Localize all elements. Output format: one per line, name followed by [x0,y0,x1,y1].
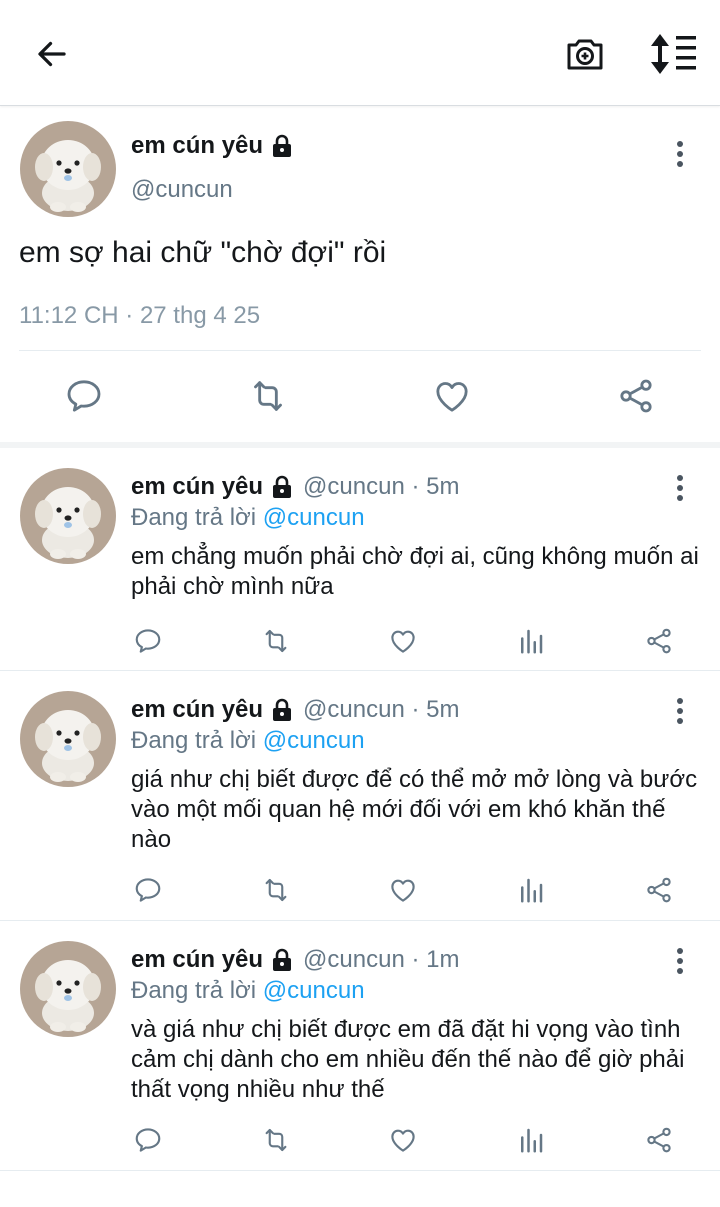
divider [19,350,701,351]
tweet-timestamp: 11:12 CH · 27 thg 4 25 [19,302,261,329]
tweet-text: em sợ hai chữ "chờ đợi" rồi [19,236,387,269]
share-icon[interactable] [644,1125,674,1155]
author-name[interactable]: em cún yêu [131,696,263,724]
lock-icon [271,948,293,972]
camera-plus-icon[interactable] [563,32,607,76]
reply-icon[interactable] [133,1125,163,1155]
reply-text: và giá như chị biết được em đã đặt hi vọ… [131,1016,685,1103]
arrow-left-icon[interactable] [34,36,70,72]
more-options-icon[interactable] [668,472,692,504]
author-name[interactable]: em cún yêu [131,946,263,974]
stats-icon[interactable] [516,626,546,656]
like-icon[interactable] [388,1125,418,1155]
author-handle-time: @cuncun · 5m [303,473,460,500]
replying-to-link[interactable]: @cuncun [263,977,365,1004]
lock-icon [271,475,293,499]
share-icon[interactable] [644,875,674,905]
reply-text: em chẳng muốn phải chờ đợi ai, cũng khôn… [131,543,699,600]
lock-icon [271,698,293,722]
reply-tweet[interactable]: em cún yêu @cuncun · 5m Đang trả lời @cu… [0,448,720,671]
author-name[interactable]: em cún yêu [131,473,263,501]
like-icon[interactable] [388,626,418,656]
author-handle[interactable]: @cuncun [131,176,233,204]
reply-header: em cún yêu @cuncun · 5m [131,696,459,724]
like-icon[interactable] [388,875,418,905]
avatar[interactable] [20,691,116,787]
author-name[interactable]: em cún yêu [131,132,293,160]
replying-to: Đang trả lời @cuncun [131,977,365,1005]
share-icon[interactable] [644,626,674,656]
top-bar [0,0,720,106]
reply-icon[interactable] [64,376,104,416]
main-tweet: em cún yêu @cuncun em sợ hai chữ "chờ đợ… [0,106,720,443]
reply-text: giá như chị biết được để có thể mở mở lò… [131,766,698,853]
avatar[interactable] [20,121,116,217]
reply-icon[interactable] [133,875,163,905]
sort-lines-icon[interactable] [650,32,698,76]
replying-to: Đang trả lời @cuncun [131,727,365,755]
replying-label: Đang trả lời [131,977,257,1004]
avatar[interactable] [20,468,116,564]
share-icon[interactable] [616,376,656,416]
reply-tweet[interactable]: em cún yêu @cuncun · 1m Đang trả lời @cu… [0,921,720,1171]
replying-label: Đang trả lời [131,727,257,754]
reply-tweet[interactable]: em cún yêu @cuncun · 5m Đang trả lời @cu… [0,671,720,921]
author-name-text: em cún yêu [131,132,264,159]
lock-icon [271,134,293,158]
replying-label: Đang trả lời [131,504,257,531]
retweet-icon[interactable] [261,626,291,656]
author-handle-time: @cuncun · 1m [303,946,460,973]
more-options-icon[interactable] [668,695,692,727]
replying-to: Đang trả lời @cuncun [131,504,365,532]
more-options-icon[interactable] [668,138,692,170]
like-icon[interactable] [432,376,472,416]
replying-to-link[interactable]: @cuncun [263,504,365,531]
author-handle-time: @cuncun · 5m [303,696,460,723]
retweet-icon[interactable] [261,875,291,905]
replying-to-link[interactable]: @cuncun [263,727,365,754]
more-options-icon[interactable] [668,945,692,977]
stats-icon[interactable] [516,875,546,905]
avatar[interactable] [20,941,116,1037]
retweet-icon[interactable] [261,1125,291,1155]
reply-icon[interactable] [133,626,163,656]
retweet-icon[interactable] [248,376,288,416]
reply-header: em cún yêu @cuncun · 5m [131,473,459,501]
reply-header: em cún yêu @cuncun · 1m [131,946,459,974]
stats-icon[interactable] [516,1125,546,1155]
